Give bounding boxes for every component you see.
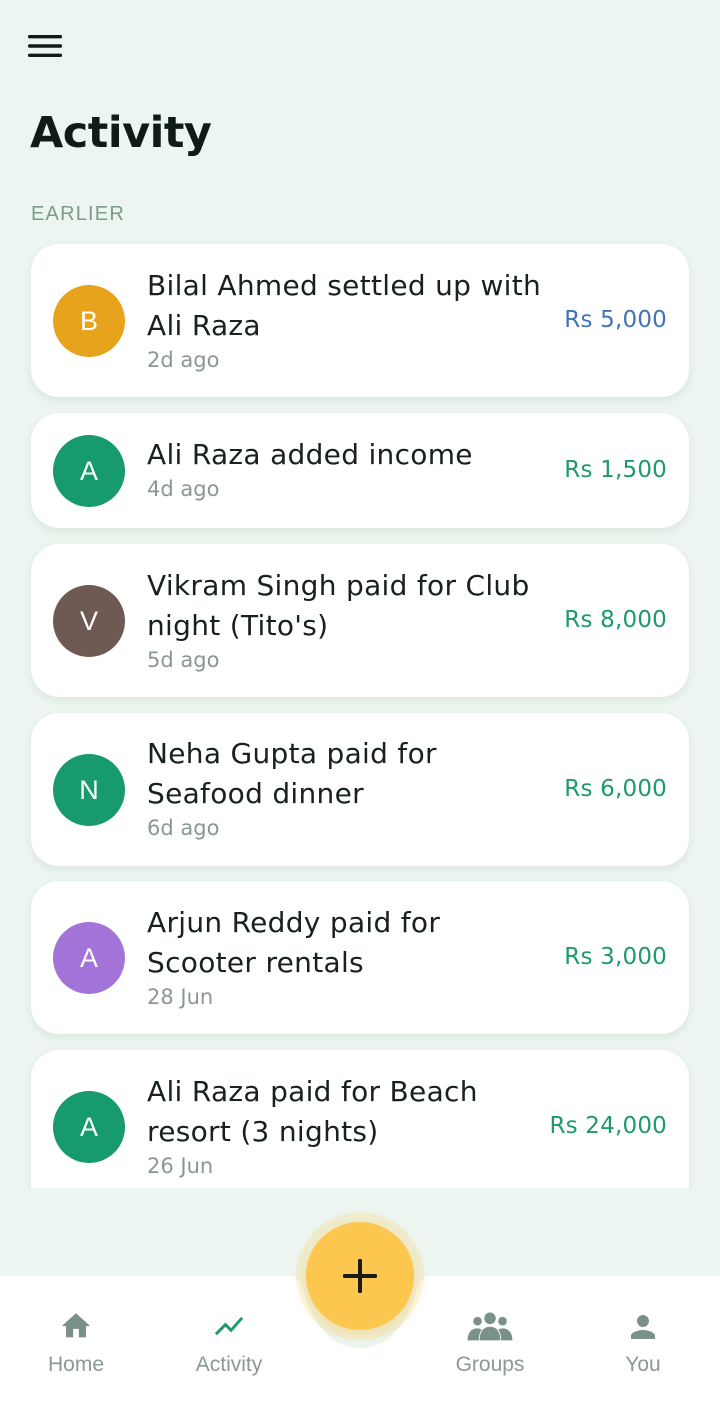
nav-item-you[interactable]: You — [568, 1276, 718, 1403]
page-title: Activity — [30, 108, 212, 158]
activity-time: 5d ago — [147, 648, 220, 672]
activity-time: 4d ago — [147, 477, 220, 501]
avatar: A — [53, 435, 125, 507]
activity-item[interactable]: N Neha Gupta paid for Seafood dinner 6d … — [31, 713, 689, 866]
activity-title-line1: Ali Raza paid for Beach — [147, 1075, 478, 1108]
activity-title-line2: Seafood dinner — [147, 777, 364, 810]
activity-text: Ali Raza added income 4d ago — [147, 435, 557, 503]
activity-text: Bilal Ahmed settled up with Ali Raza 2d … — [147, 266, 557, 374]
avatar: A — [53, 1091, 125, 1163]
activity-time: 6d ago — [147, 816, 220, 840]
nav-label-groups: Groups — [455, 1353, 525, 1376]
activity-amount: Rs 8,000 — [564, 607, 667, 633]
plus-icon — [343, 1259, 377, 1293]
section-label-earlier: EARLIER — [31, 203, 125, 225]
activity-title-line1: Ali Raza added income — [147, 438, 473, 471]
activity-item[interactable]: A Ali Raza paid for Beach resort (3 nigh… — [31, 1050, 689, 1188]
activity-item[interactable]: V Vikram Singh paid for Club night (Tito… — [31, 544, 689, 697]
activity-title-line2: Scooter rentals — [147, 946, 364, 979]
nav-label-you: You — [625, 1353, 661, 1376]
activity-text: Arjun Reddy paid for Scooter rentals 28 … — [147, 903, 557, 1011]
activity-title-line2: resort (3 nights) — [147, 1115, 379, 1148]
activity-screen: Activity EARLIER B Bilal Ahmed settled u… — [0, 0, 720, 1403]
activity-time: 26 Jun — [147, 1154, 214, 1178]
menu-button[interactable] — [22, 28, 68, 64]
activity-text: Neha Gupta paid for Seafood dinner 6d ag… — [147, 734, 557, 842]
activity-list[interactable]: B Bilal Ahmed settled up with Ali Raza 2… — [0, 230, 720, 1188]
activity-title-line1: Bilal Ahmed settled up with — [147, 269, 542, 302]
activity-item[interactable]: A Arjun Reddy paid for Scooter rentals 2… — [31, 881, 689, 1034]
activity-amount: Rs 3,000 — [564, 944, 667, 970]
activity-title-line2: night (Tito's) — [147, 609, 329, 642]
avatar: B — [53, 285, 125, 357]
activity-title-line1: Vikram Singh paid for Club — [147, 569, 530, 602]
activity-trend-icon — [214, 1316, 244, 1336]
avatar: A — [53, 922, 125, 994]
avatar: N — [53, 754, 125, 826]
activity-title-line1: Neha Gupta paid for — [147, 737, 437, 770]
nav-item-home[interactable]: Home — [1, 1276, 151, 1403]
activity-text: Ali Raza paid for Beach resort (3 nights… — [147, 1072, 557, 1180]
nav-label-home: Home — [47, 1353, 105, 1376]
activity-title-line1: Arjun Reddy paid for — [147, 906, 441, 939]
activity-amount: Rs 5,000 — [564, 307, 667, 333]
activity-amount: Rs 24,000 — [549, 1113, 667, 1139]
activity-amount: Rs 1,500 — [564, 457, 667, 483]
activity-time: 2d ago — [147, 348, 220, 372]
nav-label-activity: Activity — [195, 1353, 263, 1376]
activity-text: Vikram Singh paid for Club night (Tito's… — [147, 566, 557, 674]
activity-amount: Rs 6,000 — [564, 776, 667, 802]
add-expense-button[interactable] — [306, 1222, 414, 1330]
hamburger-menu-icon — [28, 35, 62, 57]
activity-title-line2: Ali Raza — [147, 309, 261, 342]
activity-item[interactable]: B Bilal Ahmed settled up with Ali Raza 2… — [31, 244, 689, 397]
home-icon — [61, 1313, 91, 1338]
nav-item-activity[interactable]: Activity — [154, 1276, 304, 1403]
activity-time: 28 Jun — [147, 985, 214, 1009]
avatar: V — [53, 585, 125, 657]
person-icon — [631, 1315, 655, 1339]
groups-icon — [467, 1312, 513, 1341]
activity-item[interactable]: A Ali Raza added income 4d ago Rs 1,500 — [31, 413, 689, 528]
nav-item-groups[interactable]: Groups — [415, 1276, 565, 1403]
